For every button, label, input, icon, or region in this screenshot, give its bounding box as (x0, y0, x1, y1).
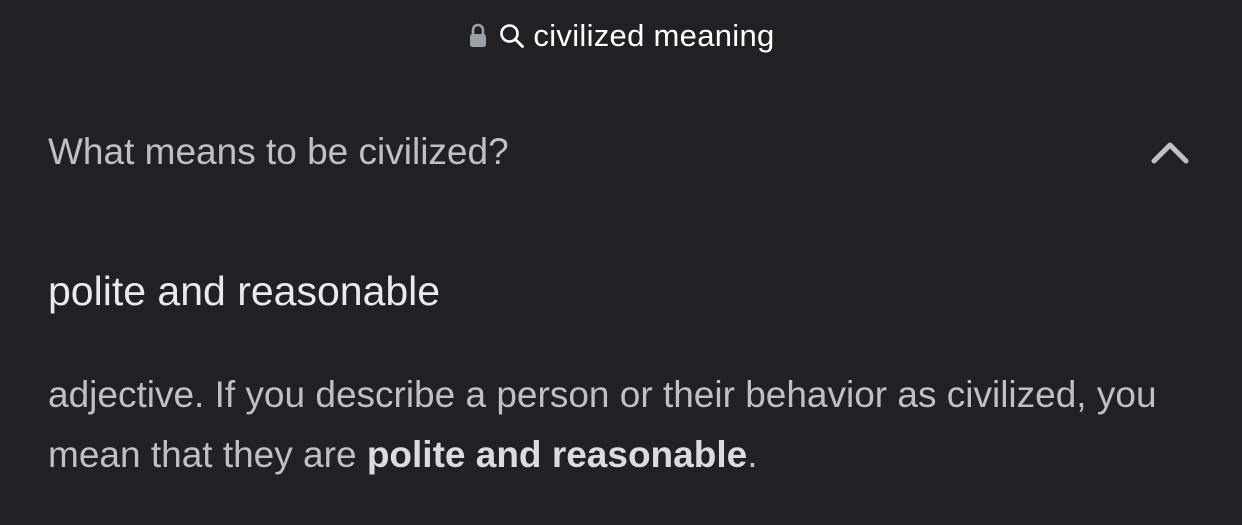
answer-description-end: . (747, 434, 758, 475)
url-query-text: civilized meaning (533, 18, 775, 53)
answer-description-bold: polite and reasonable (366, 434, 748, 475)
question-text: What means to be civilized? (48, 131, 509, 172)
lock-icon (467, 21, 489, 51)
answer-description: adjective. If you describe a person or t… (48, 365, 1198, 485)
answer-title: polite and reasonable (48, 268, 441, 314)
question-accordion[interactable]: What means to be civilized? (48, 128, 1194, 176)
search-icon (499, 21, 525, 51)
chevron-up-icon[interactable] (1146, 128, 1194, 176)
url-bar[interactable]: civilized meaning (0, 18, 1242, 54)
